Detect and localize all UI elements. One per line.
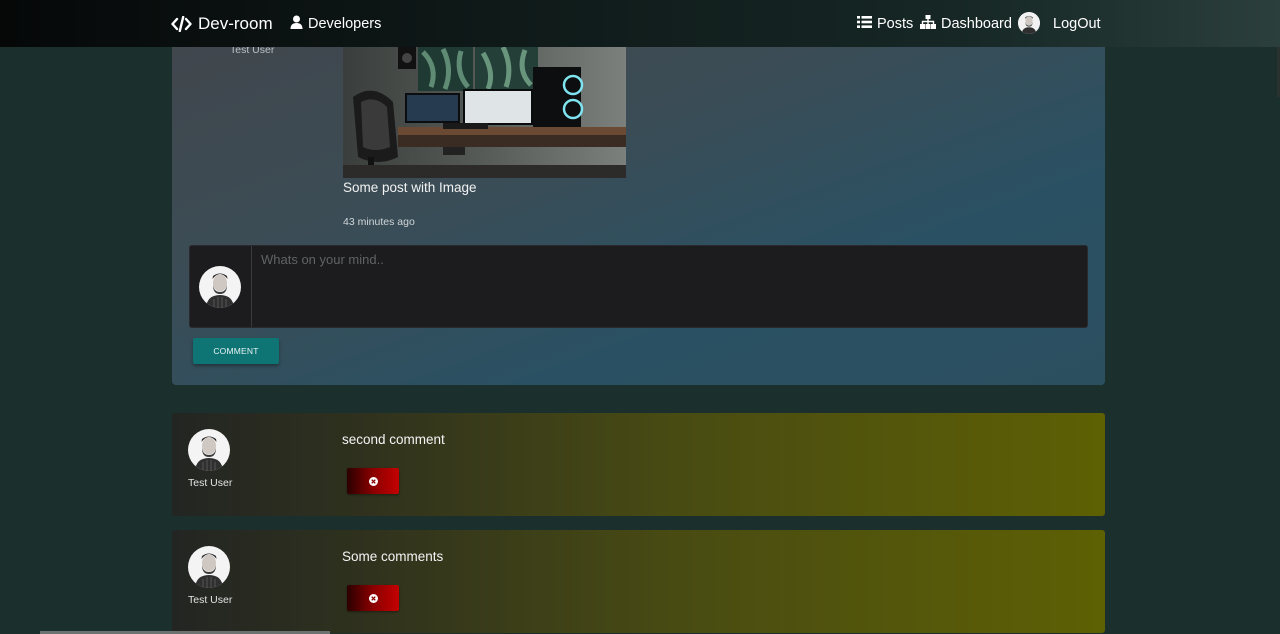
post-image [343,47,626,178]
brand-link[interactable]: Dev-room [171,13,273,35]
comment-text: Some comments [342,549,444,564]
comment-input[interactable] [251,246,1087,327]
post-timestamp: 43 minutes ago [343,216,415,228]
nav-developers-label: Developers [308,16,382,32]
delete-comment-button[interactable] [347,468,399,494]
avatar[interactable] [1018,12,1040,34]
close-circle-icon [368,474,378,489]
user-icon [290,15,303,33]
code-icon [171,16,192,32]
avatar [199,266,241,308]
comment-card [172,530,1105,633]
nav-developers[interactable]: Developers [290,13,381,35]
avatar [188,546,230,588]
post-card [172,20,1105,385]
close-circle-icon [368,591,378,606]
post-text: Some post with Image [343,180,477,195]
nav-posts[interactable]: Posts [857,13,913,35]
comment-text: second comment [342,432,445,447]
nav-dashboard-label: Dashboard [941,16,1012,32]
nav-dashboard[interactable]: Dashboard [920,13,1012,35]
avatar [188,429,230,471]
comment-user: Test User [188,594,233,606]
brand-label: Dev-room [198,14,273,33]
nav-logout-label: LogOut [1053,16,1101,32]
nav-logout[interactable]: LogOut [1053,13,1101,35]
list-icon [857,16,872,32]
delete-comment-button[interactable] [347,585,399,611]
comment-button[interactable]: COMMENT [193,338,279,364]
sitemap-icon [920,15,936,33]
comment-card [172,413,1105,516]
comment-user: Test User [188,477,233,489]
nav-posts-label: Posts [877,16,914,32]
navbar: Dev-room Developers Posts Dashboard LogO… [0,0,1280,47]
